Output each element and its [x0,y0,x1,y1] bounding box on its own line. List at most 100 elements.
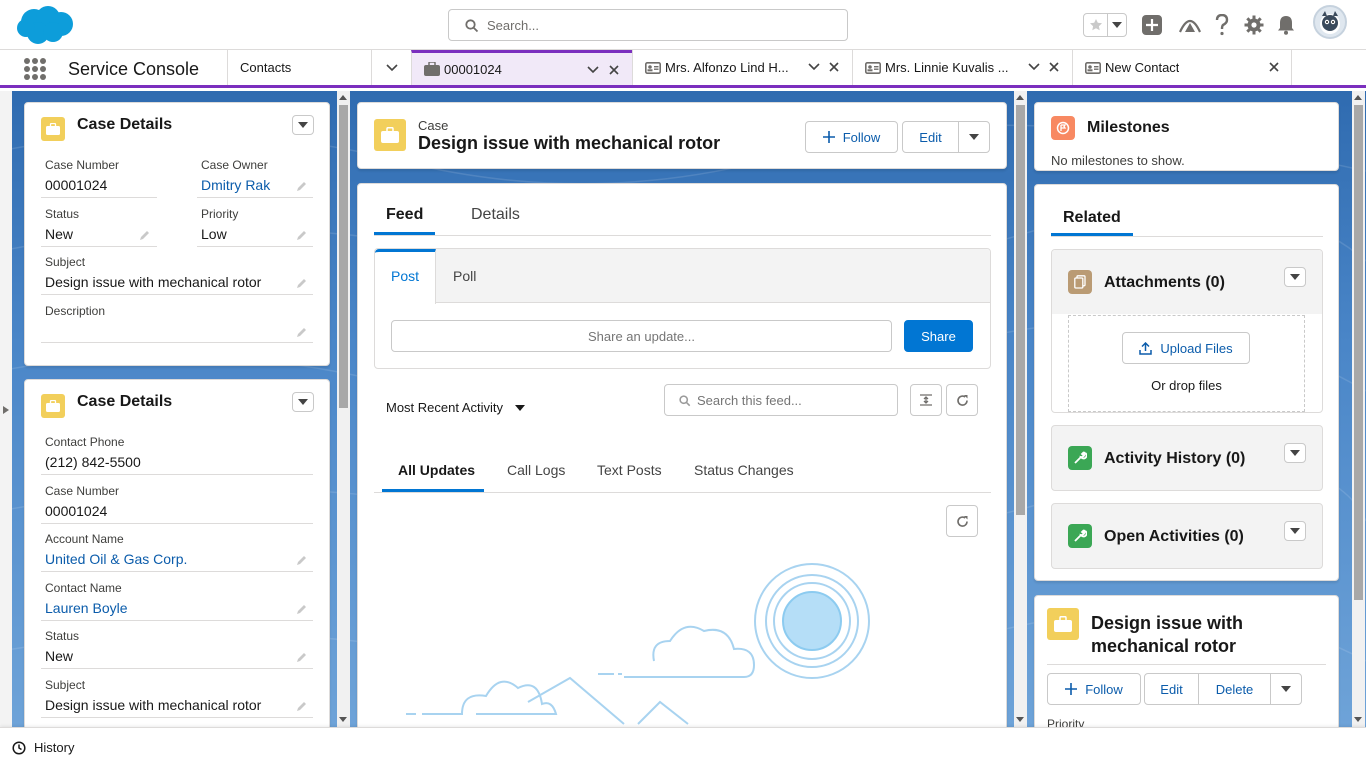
console-tab-contact-alfonzo[interactable]: Mrs. Alfonzo Lind H... [632,50,852,85]
publisher-tab-post[interactable]: Post [375,249,436,304]
field-contact-phone: Contact Phone (212) 842-5500 [41,435,313,475]
share-update-input[interactable] [391,320,892,352]
activity-history-menu-dropdown[interactable] [1284,443,1306,463]
edit-pencil-icon[interactable] [139,229,151,241]
notifications-bell-icon[interactable] [1274,13,1298,37]
account-name-link[interactable]: United Oil & Gas Corp. [45,551,313,567]
center-column-scrollbar[interactable] [1014,91,1027,727]
utility-bar: History [0,727,1366,768]
share-button[interactable]: Share [904,320,973,352]
filter-tab-text-posts[interactable]: Text Posts [597,462,662,478]
field-contact-name: Contact Name Lauren Boyle [41,581,313,621]
record-highlights-panel: Case Design issue with mechanical rotor … [357,102,1007,169]
feed-sort-dropdown[interactable]: Most Recent Activity [386,400,526,415]
app-launcher-icon[interactable] [24,58,46,80]
favorites-button-group[interactable] [1083,13,1127,37]
refresh-updates-button[interactable] [946,505,978,537]
activity-history-title[interactable]: Activity History (0) [1104,450,1245,468]
console-tab-new-contact[interactable]: New Contact [1072,50,1292,85]
close-icon[interactable] [1047,60,1061,74]
upload-files-button[interactable]: Upload Files [1122,332,1250,364]
wrench-icon [1068,446,1092,470]
attachments-related-list: Attachments (0) Upload Files Or drop fil… [1051,249,1323,413]
contact-name-link[interactable]: Lauren Boyle [45,600,313,616]
favorites-dropdown-icon[interactable] [1108,14,1126,36]
card-title: Case Details [77,116,173,133]
attachments-menu-dropdown[interactable] [1284,267,1306,287]
edit-pencil-icon[interactable] [296,180,308,192]
expand-all-icon [920,394,932,406]
feed-search[interactable] [664,384,898,416]
case-briefcase-icon [41,394,65,418]
history-utility-button[interactable]: History [12,740,74,755]
console-tab-contact-linnie[interactable]: Mrs. Linnie Kuvalis ... [852,50,1072,85]
edit-pencil-icon[interactable] [296,277,308,289]
edit-pencil-icon[interactable] [296,603,308,615]
close-icon[interactable] [827,60,841,74]
card-menu-dropdown[interactable] [292,115,314,135]
help-icon[interactable] [1210,13,1234,37]
chevron-down-icon [1281,686,1291,692]
workspace: Case Details Case Number 00001024 Case O… [0,91,1366,727]
chevron-down-icon[interactable] [807,60,821,74]
case-briefcase-icon [374,119,406,151]
close-icon[interactable] [607,63,621,77]
milestone-flag-icon [1051,116,1075,140]
favorites-star-icon[interactable] [1084,14,1108,36]
case-details-card: Case Details Case Number 00001024 Case O… [24,102,330,366]
open-activities-menu-dropdown[interactable] [1284,521,1306,541]
close-icon[interactable] [1267,60,1281,74]
console-tab-label: Contacts [240,60,292,75]
expand-collapse-button[interactable] [910,384,942,416]
tab-details[interactable]: Details [471,206,520,224]
milestones-empty-text: No milestones to show. [1051,153,1185,168]
setup-gear-icon[interactable] [1242,13,1266,37]
user-avatar[interactable] [1313,5,1347,39]
chevron-down-icon[interactable] [371,50,412,85]
compact-follow-button[interactable]: Follow [1047,673,1141,705]
tab-related[interactable]: Related [1063,209,1121,227]
publisher-tab-poll[interactable]: Poll [453,268,476,284]
left-column-scrollbar[interactable] [337,91,350,727]
add-icon[interactable] [1140,13,1164,37]
refresh-feed-button[interactable] [946,384,978,416]
console-tab-case[interactable]: 00001024 [411,50,632,85]
filter-tab-all-updates[interactable]: All Updates [398,462,475,478]
edit-pencil-icon[interactable] [296,326,308,338]
sidebar-collapse-handle[interactable] [0,91,12,727]
edit-pencil-icon[interactable] [296,229,308,241]
open-activities-title[interactable]: Open Activities (0) [1104,528,1244,546]
attachments-title[interactable]: Attachments (0) [1104,274,1225,292]
follow-button[interactable]: Follow [805,121,898,153]
chevron-down-icon[interactable] [1027,60,1041,74]
global-search[interactable] [448,9,848,41]
plus-icon [1065,683,1078,695]
chevron-down-icon[interactable] [586,63,600,77]
more-actions-dropdown[interactable] [958,121,990,153]
right-column-scrollbar[interactable] [1352,91,1365,727]
card-menu-dropdown[interactable] [292,392,314,412]
compact-more-actions-dropdown[interactable] [1270,673,1302,705]
attachment-file-icon [1068,270,1092,294]
edit-button[interactable]: Edit [902,121,959,153]
edit-pencil-icon[interactable] [296,651,308,663]
salesforce-logo-icon[interactable] [16,4,74,46]
file-drop-zone[interactable]: Upload Files Or drop files [1068,315,1305,412]
edit-pencil-icon[interactable] [296,554,308,566]
field-status: Status New [41,207,157,247]
console-tab-label: New Contact [1105,60,1180,75]
field-description: Description [41,304,313,343]
compact-delete-button[interactable]: Delete [1198,673,1271,705]
compact-edit-button[interactable]: Edit [1144,673,1199,705]
case-briefcase-icon [41,117,65,141]
console-tab-contacts[interactable]: Contacts [227,50,411,85]
card-title: Case Details [77,393,173,410]
edit-pencil-icon[interactable] [296,700,308,712]
plus-icon [822,131,835,143]
global-search-input[interactable] [487,10,837,40]
filter-tab-status-changes[interactable]: Status Changes [694,462,794,478]
tab-feed[interactable]: Feed [386,206,423,224]
feed-search-input[interactable] [697,385,892,415]
filter-tab-call-logs[interactable]: Call Logs [507,462,565,478]
trailhead-icon[interactable] [1178,13,1202,37]
